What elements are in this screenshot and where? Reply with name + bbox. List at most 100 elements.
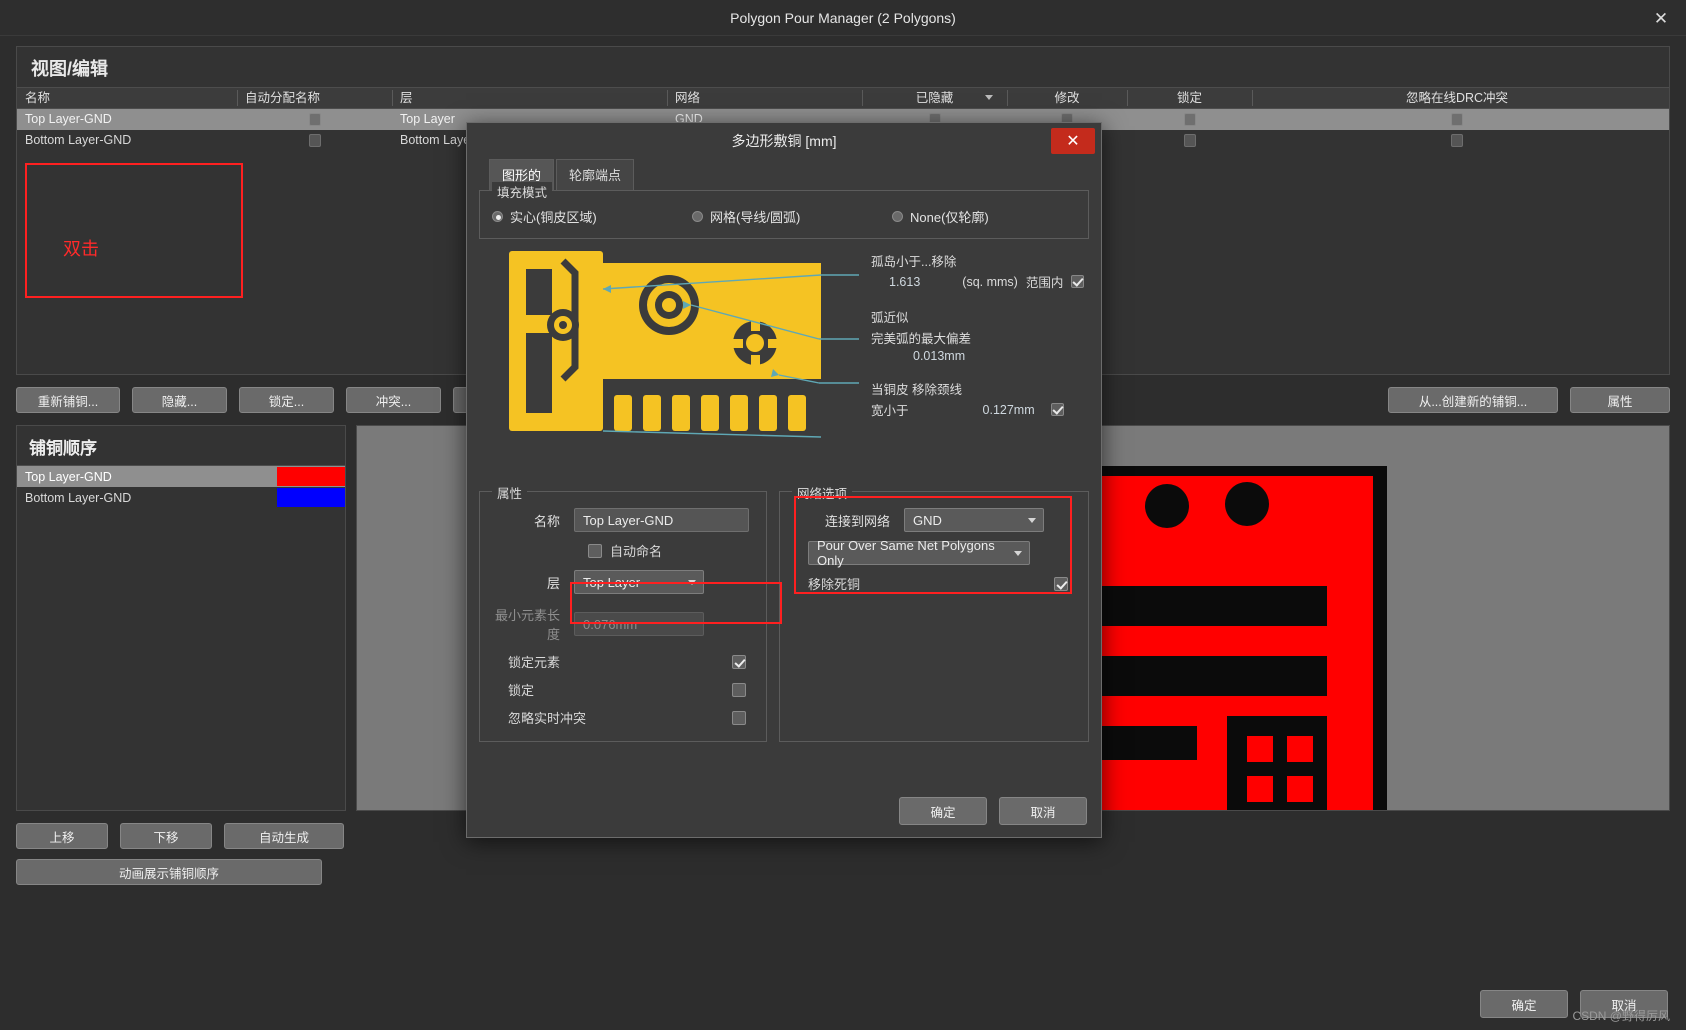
auto-generate-button[interactable]: 自动生成 <box>224 823 344 849</box>
pour-order-heading: 铺铜顺序 <box>29 439 97 458</box>
repour-button[interactable]: 重新铺铜... <box>16 387 120 413</box>
chevron-down-icon[interactable] <box>688 580 696 585</box>
island-removal-range-label: 范围内 <box>1025 276 1064 290</box>
ok-button[interactable]: 确定 <box>1480 990 1568 1018</box>
radio-hatched-label: 网格(导线/圆弧) <box>710 210 801 225</box>
cell-ignore-drc[interactable] <box>1252 130 1662 151</box>
close-icon[interactable]: ✕ <box>1650 8 1672 28</box>
pour-preview-area: 孤岛小于...移除 1.613 (sq. mms) 范围内 弧近似 完美弧的最大… <box>479 247 1089 469</box>
lock-primitives-row[interactable]: 锁定元素 <box>492 652 754 671</box>
chevron-down-icon[interactable] <box>1014 551 1022 556</box>
hide-button[interactable]: 隐藏... <box>132 387 227 413</box>
checkbox-icon[interactable] <box>1183 134 1196 147</box>
dialog-body: 图形的 轮廓端点 填充模式 实心(铜皮区域) 网格(导线/圆弧) None(仅轮… <box>467 159 1101 825</box>
animate-pour-order-button[interactable]: 动画展示铺铜顺序 <box>16 859 322 885</box>
dialog-ok-button[interactable]: 确定 <box>899 797 987 825</box>
radio-solid-label: 实心(铜皮区域) <box>510 210 597 225</box>
properties-button[interactable]: 属性 <box>1570 387 1670 413</box>
dialog-cancel-button[interactable]: 取消 <box>999 797 1087 825</box>
column-header-name[interactable]: 名称 <box>17 87 237 109</box>
cell-ignore-drc[interactable] <box>1252 109 1662 130</box>
island-removal-row: 1.613 (sq. mms) 范围内 <box>871 272 1101 291</box>
cell-auto-name[interactable] <box>237 109 392 130</box>
conflict-button[interactable]: 冲突... <box>346 387 441 413</box>
pour-order-panel: 铺铜顺序 Top Layer-GND Bottom Layer-GND <box>16 425 346 811</box>
auto-name-row[interactable]: 自动命名 <box>588 541 754 560</box>
neck-removal-value[interactable]: 0.127mm <box>983 403 1035 417</box>
move-up-button[interactable]: 上移 <box>16 823 108 849</box>
name-row: 名称 Top Layer-GND <box>492 508 754 532</box>
ignore-drc-checkbox[interactable] <box>732 710 746 725</box>
cell-name[interactable]: Top Layer-GND <box>17 109 237 130</box>
list-item[interactable]: Top Layer-GND <box>17 466 345 487</box>
lock-primitives-checkbox[interactable] <box>732 654 746 669</box>
arc-approximation-title: 弧近似 <box>871 311 909 325</box>
column-header-auto-name[interactable]: 自动分配名称 <box>237 87 392 109</box>
locked-checkbox[interactable] <box>732 682 746 697</box>
window-titlebar: Polygon Pour Manager (2 Polygons) ✕ <box>0 0 1686 36</box>
column-header-layer[interactable]: 层 <box>392 87 667 109</box>
checkbox-icon[interactable] <box>1183 113 1196 126</box>
radio-none-label: None(仅轮廓) <box>910 210 989 225</box>
island-removal-checkbox[interactable] <box>1071 275 1085 288</box>
cell-locked[interactable] <box>1127 109 1252 130</box>
pour-mode-select[interactable]: Pour Over Same Net Polygons Only <box>808 538 1030 568</box>
column-header-modified[interactable]: 修改 <box>1007 87 1127 109</box>
list-item[interactable]: Bottom Layer-GND <box>17 487 345 508</box>
neck-removal-checkbox[interactable] <box>1050 403 1064 416</box>
island-removal-value[interactable]: 1.613 <box>889 275 920 289</box>
net-options-group: 网络选项 连接到网络 GND Pour Over Same Net Polygo… <box>779 483 1089 742</box>
remove-dead-copper-checkbox[interactable] <box>1054 576 1068 591</box>
column-header-ignore-drc[interactable]: 忽略在线DRC冲突 <box>1252 87 1662 109</box>
checkbox-icon[interactable] <box>1451 113 1463 126</box>
layer-row: 层 Top Layer <box>492 570 754 594</box>
auto-name-checkbox[interactable] <box>588 543 602 558</box>
checkbox-icon[interactable] <box>308 134 321 147</box>
pour-parameters: 孤岛小于...移除 1.613 (sq. mms) 范围内 弧近似 完美弧的最大… <box>871 251 1101 419</box>
radio-icon[interactable] <box>492 211 503 222</box>
checkbox-icon[interactable] <box>308 113 321 126</box>
chevron-down-icon[interactable] <box>985 95 993 100</box>
net-options-legend: 网络选项 <box>792 483 853 502</box>
checkbox-icon[interactable] <box>1451 134 1463 147</box>
min-primitive-input: 0.076mm <box>574 612 704 636</box>
ignore-drc-row[interactable]: 忽略实时冲突 <box>492 708 754 727</box>
radio-hatched[interactable]: 网格(导线/圆弧) <box>692 207 892 226</box>
column-header-locked[interactable]: 锁定 <box>1127 87 1252 109</box>
cell-auto-name[interactable] <box>237 130 392 151</box>
tab-outline-vertices[interactable]: 轮廓端点 <box>556 159 635 190</box>
column-header-net[interactable]: 网络 <box>667 87 862 109</box>
watermark: CSDN @野得厉风 <box>1572 1009 1670 1023</box>
connect-to-net-value: GND <box>913 512 942 528</box>
connect-to-net-row: 连接到网络 GND <box>792 508 1076 532</box>
cell-name[interactable]: Bottom Layer-GND <box>17 130 237 151</box>
arc-deviation-value[interactable]: 0.013mm <box>913 349 965 363</box>
radio-solid[interactable]: 实心(铜皮区域) <box>492 207 692 226</box>
name-input[interactable]: Top Layer-GND <box>574 508 749 532</box>
chevron-down-icon[interactable] <box>1028 518 1036 523</box>
remove-dead-copper-row[interactable]: 移除死铜 <box>792 574 1076 593</box>
color-swatch[interactable] <box>277 467 345 486</box>
neck-removal-row: 宽小于 0.127mm <box>871 400 1101 419</box>
dialog-titlebar: 多边形敷铜 [mm] ✕ <box>467 123 1101 159</box>
close-icon[interactable]: ✕ <box>1051 128 1095 154</box>
radio-icon[interactable] <box>692 211 703 222</box>
color-swatch[interactable] <box>277 488 345 507</box>
pour-order-item-label: Top Layer-GND <box>25 469 112 484</box>
layer-select[interactable]: Top Layer <box>574 570 704 594</box>
column-header-hidden[interactable]: 已隐藏 <box>862 87 1007 109</box>
lock-button[interactable]: 锁定... <box>239 387 334 413</box>
cell-locked[interactable] <box>1127 130 1252 151</box>
window-title: Polygon Pour Manager (2 Polygons) <box>730 9 956 26</box>
island-removal-unit: (sq. mms) <box>962 274 1018 289</box>
dialog-tabs: 图形的 轮廓端点 <box>479 159 1089 190</box>
move-down-button[interactable]: 下移 <box>120 823 212 849</box>
radio-icon[interactable] <box>892 211 903 222</box>
connect-to-net-select[interactable]: GND <box>904 508 1044 532</box>
lock-primitives-label: 锁定元素 <box>508 655 561 670</box>
radio-none[interactable]: None(仅轮廓) <box>892 207 989 226</box>
locked-row[interactable]: 锁定 <box>492 680 754 699</box>
auto-name-label: 自动命名 <box>610 544 663 559</box>
create-from-button[interactable]: 从...创建新的铺铜... <box>1388 387 1558 413</box>
pour-order-item-label: Bottom Layer-GND <box>25 490 132 505</box>
